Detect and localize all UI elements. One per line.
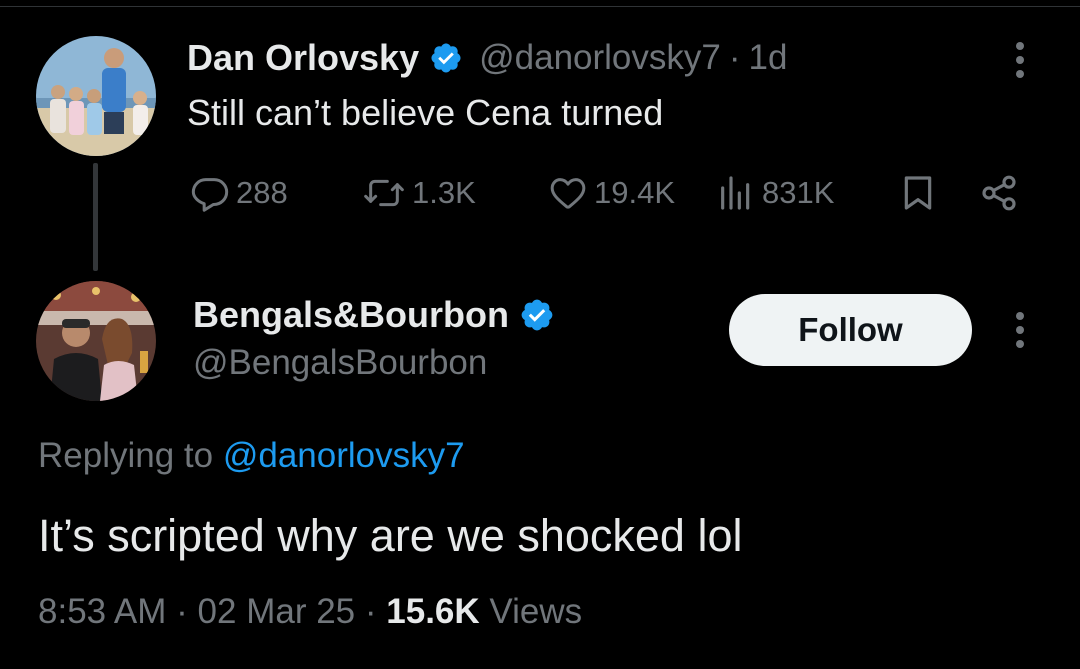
tweet-date[interactable]: 02 Mar 25 (198, 592, 356, 631)
retweet-icon (362, 173, 406, 213)
reply-count: 288 (236, 175, 288, 210)
reply-author-row: Bengals&Bourbon (193, 290, 555, 340)
share-button[interactable] (978, 168, 1020, 218)
parent-tweet-text: Still can’t believe Cena turned (187, 92, 664, 133)
meta-separator: · (364, 592, 377, 631)
bookmark-icon (898, 173, 938, 213)
tweet-views-label: Views (489, 592, 583, 631)
meta-separator: · (176, 592, 188, 631)
verified-badge-icon (519, 297, 555, 333)
analytics-icon (716, 173, 756, 213)
like-count: 19.4K (594, 175, 676, 210)
top-divider (0, 6, 1080, 7)
retweet-button[interactable]: 1.3K (362, 168, 476, 218)
tweet-thread-view: Dan Orlovsky @danorlovsky7 · 1d Still ca… (0, 0, 1080, 669)
parent-author-row: Dan Orlovsky @danorlovsky7 · 1d (187, 34, 787, 82)
share-icon (978, 173, 1020, 213)
reply-more-options-icon[interactable] (1014, 312, 1026, 348)
dan-orlovsky-avatar[interactable] (36, 36, 156, 156)
reply-icon (190, 173, 230, 213)
parent-display-name[interactable]: Dan Orlovsky (187, 37, 419, 79)
thread-connector-line (93, 163, 98, 271)
tweet-meta-line: 8:53 AM · 02 Mar 25 · 15.6K Views (38, 592, 582, 632)
parent-more-options-icon[interactable] (1014, 42, 1026, 78)
reply-display-name[interactable]: Bengals&Bourbon (193, 294, 509, 336)
reply-tweet-text: It’s scripted why are we shocked lol (38, 510, 743, 561)
tweet-time[interactable]: 8:53 AM (38, 592, 166, 631)
replying-to-line: Replying to @danorlovsky7 (38, 436, 465, 476)
retweet-count: 1.3K (412, 175, 476, 210)
parent-handle[interactable]: @danorlovsky7 (479, 38, 721, 78)
parent-timestamp[interactable]: 1d (749, 38, 788, 78)
reply-button[interactable]: 288 (190, 168, 288, 218)
bookmark-button[interactable] (898, 168, 938, 218)
separator-dot: · (728, 38, 741, 77)
tweet-views-count: 15.6K (386, 592, 480, 631)
like-heart-icon (548, 173, 588, 213)
reply-handle[interactable]: @BengalsBourbon (193, 343, 487, 383)
views-count: 831K (762, 175, 835, 210)
follow-button[interactable]: Follow (729, 294, 972, 366)
replying-prefix: Replying to (38, 436, 214, 475)
replying-mention-link[interactable]: @danorlovsky7 (223, 436, 465, 475)
views-button[interactable]: 831K (716, 168, 834, 218)
verified-badge-icon (429, 41, 463, 75)
parent-action-bar: 288 1.3K 19.4K 831K (190, 168, 1030, 218)
like-button[interactable]: 19.4K (548, 168, 675, 218)
bengals-bourbon-avatar[interactable] (36, 281, 156, 401)
